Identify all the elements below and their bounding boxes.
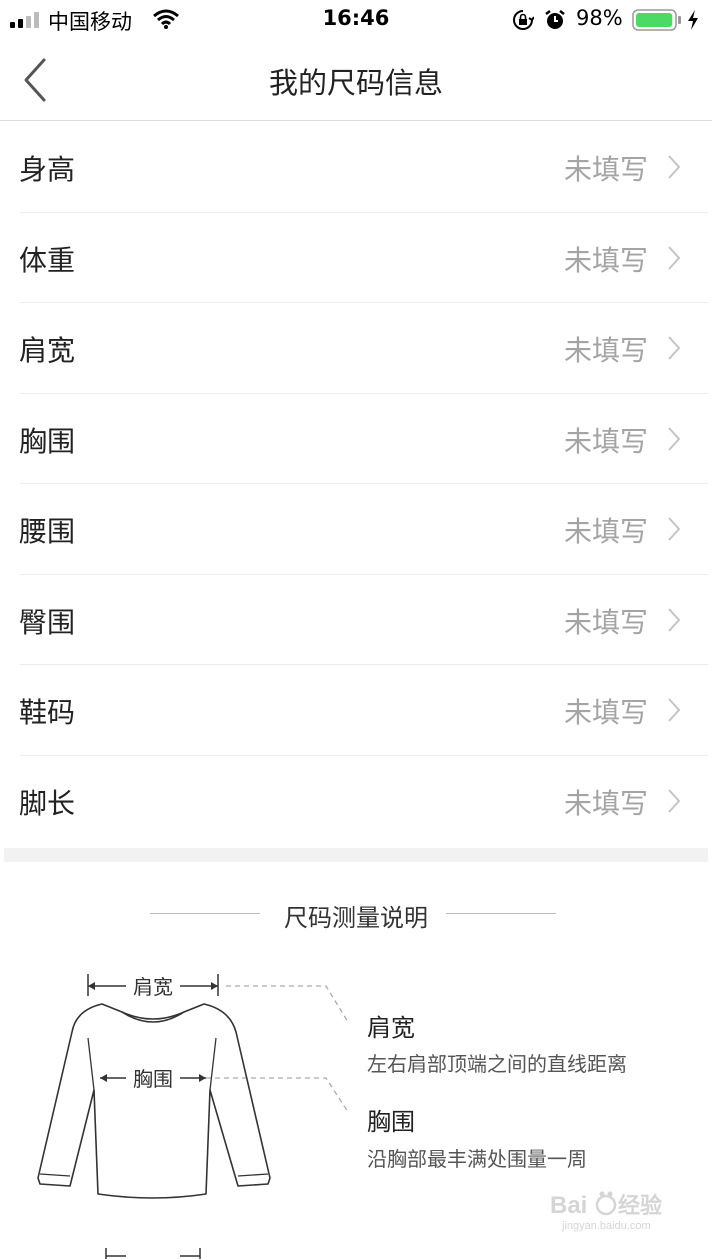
chevron-right-icon	[668, 788, 681, 813]
row-value: 未填写	[563, 153, 648, 186]
battery-percent: 98%	[576, 6, 623, 30]
measure-item-desc: 左右肩部顶端之间的直线距离	[367, 1052, 627, 1076]
row-label: 鞋码	[19, 696, 76, 729]
svg-text:经验: 经验	[618, 1193, 662, 1218]
row-label: 身高	[19, 153, 76, 186]
list-item-waist[interactable]: 腰围 未填写	[4, 484, 708, 575]
baidu-jingyan-watermark: Bai 经验 jingyan.baidu.com	[550, 1191, 662, 1232]
nav-bar: 我的尺码信息	[0, 40, 712, 121]
list-item-shoulder[interactable]: 肩宽 未填写	[4, 303, 708, 394]
figure-label-shoulder: 肩宽	[133, 975, 173, 999]
page-title: 我的尺码信息	[268, 66, 443, 100]
size-list: 身高 未填写 体重 未填写 肩宽 未填写 胸围 未填写 腰围 未填写 臀围 未填…	[4, 122, 708, 846]
charging-bolt-icon	[688, 10, 698, 30]
svg-text:jingyan.baidu.com: jingyan.baidu.com	[561, 1220, 651, 1232]
sweater-illustration: 肩宽 胸围	[37, 974, 349, 1259]
chevron-right-icon	[668, 155, 681, 179]
row-label: 肩宽	[19, 334, 76, 367]
measure-item-title: 胸围	[367, 1108, 415, 1136]
row-label: 腰围	[19, 515, 76, 548]
row-value: 未填写	[563, 696, 648, 729]
row-label: 胸围	[19, 424, 76, 458]
chevron-right-icon	[668, 607, 681, 632]
figure-label-chest: 胸围	[133, 1067, 173, 1091]
row-value: 未填写	[563, 786, 648, 820]
list-item-chest[interactable]: 胸围 未填写	[4, 394, 708, 484]
row-value: 未填写	[563, 515, 648, 548]
chevron-right-icon	[668, 517, 681, 541]
title-line-right	[446, 913, 556, 914]
alarm-icon	[545, 10, 565, 29]
list-item-height[interactable]: 身高 未填写	[4, 122, 708, 213]
rotation-lock-icon	[513, 10, 534, 30]
row-label: 脚长	[19, 786, 76, 820]
list-item-foot-length[interactable]: 脚长 未填写	[4, 756, 708, 847]
row-label: 臀围	[19, 605, 76, 639]
list-item-hip[interactable]: 臀围 未填写	[4, 575, 708, 665]
chevron-right-icon	[668, 426, 681, 451]
row-label: 体重	[19, 243, 76, 277]
battery-icon	[632, 9, 681, 31]
section-divider	[4, 848, 708, 862]
row-value: 未填写	[563, 334, 648, 367]
chevron-right-icon	[668, 336, 681, 360]
status-bar: 中国移动 16:46 98%	[0, 0, 712, 40]
svg-text:Bai: Bai	[550, 1192, 587, 1219]
chevron-right-icon	[668, 698, 681, 722]
measure-item-title: 肩宽	[367, 1014, 415, 1042]
chevron-right-icon	[668, 245, 681, 270]
list-item-weight[interactable]: 体重 未填写	[4, 213, 708, 303]
measure-section-title: 尺码测量说明	[284, 904, 428, 932]
measure-item-desc: 沿胸部最丰满处围量一周	[367, 1147, 587, 1171]
row-value: 未填写	[563, 605, 648, 639]
list-item-shoe-size[interactable]: 鞋码 未填写	[4, 665, 708, 756]
row-value: 未填写	[563, 424, 648, 458]
row-value: 未填写	[563, 243, 648, 277]
